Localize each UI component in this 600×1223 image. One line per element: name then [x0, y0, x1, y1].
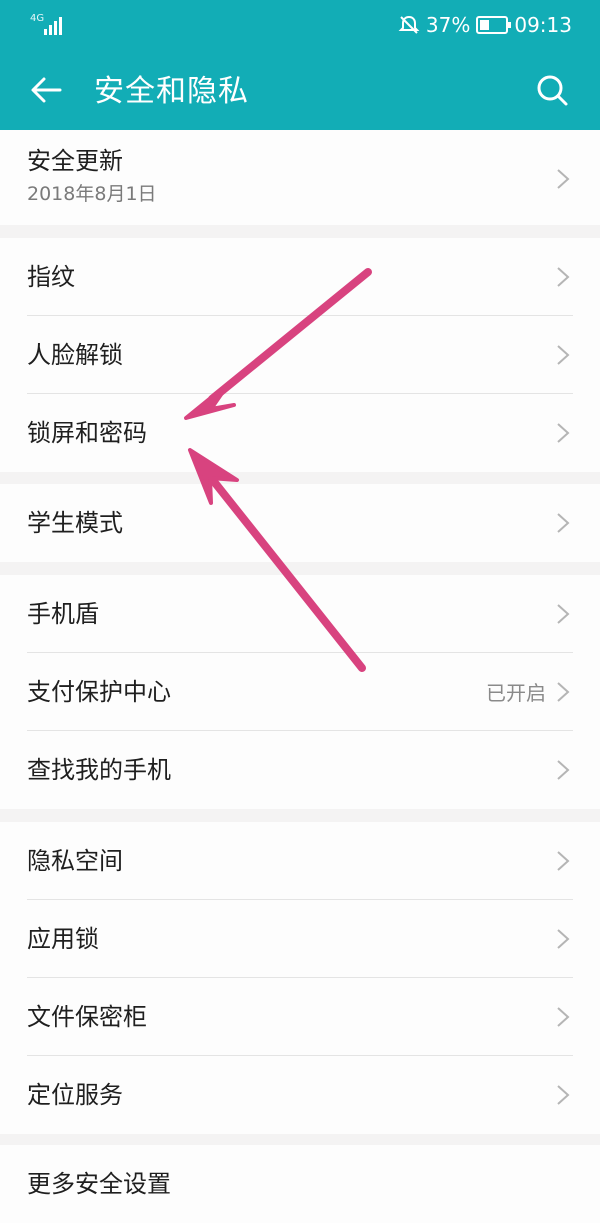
chevron-right-icon [557, 169, 570, 189]
back-arrow-icon[interactable] [26, 70, 66, 110]
list-item-phone-shield[interactable]: 手机盾 [0, 575, 600, 653]
list-item-label: 安全更新 [27, 147, 123, 175]
list-item-label: 人脸解锁 [27, 341, 123, 369]
status-value: 已开启 [486, 681, 546, 705]
chevron-right-icon [557, 760, 570, 780]
list-item-security-update[interactable]: 安全更新 2018年8月1日 [0, 130, 600, 225]
list-item-location-service[interactable]: 定位服务 [0, 1056, 600, 1134]
list-item-private-space[interactable]: 隐私空间 [0, 822, 600, 900]
list-item-lock-screen-password[interactable]: 锁屏和密码 [0, 394, 600, 472]
clock: 09:13 [514, 13, 572, 37]
battery-percent: 37% [425, 13, 471, 37]
chevron-right-icon [557, 1085, 570, 1105]
list-item-label: 应用锁 [27, 925, 99, 953]
list-item-label: 支付保护中心 [27, 678, 171, 706]
settings-group-more: 更多安全设置 [0, 1145, 600, 1223]
list-item-label: 锁屏和密码 [27, 419, 147, 447]
chevron-right-icon [557, 851, 570, 871]
list-item-subtitle: 2018年8月1日 [27, 183, 157, 205]
list-item-payment-protection[interactable]: 支付保护中心 已开启 [0, 653, 600, 731]
network-type: 4G [30, 13, 45, 24]
chevron-right-icon [557, 423, 570, 443]
list-item-fingerprint[interactable]: 指纹 [0, 238, 600, 316]
list-item-label: 学生模式 [27, 509, 123, 537]
list-item-student-mode[interactable]: 学生模式 [0, 484, 600, 562]
chevron-right-icon [557, 604, 570, 624]
list-item-label: 查找我的手机 [27, 756, 171, 784]
list-item-find-my-phone[interactable]: 查找我的手机 [0, 731, 600, 809]
list-item-label: 文件保密柜 [27, 1003, 147, 1031]
list-item-label: 指纹 [27, 263, 75, 291]
chevron-right-icon [557, 345, 570, 365]
settings-group-student: 学生模式 [0, 484, 600, 562]
list-item-label: 手机盾 [27, 600, 99, 628]
list-item-label: 更多安全设置 [27, 1170, 171, 1198]
chevron-right-icon [557, 1007, 570, 1027]
list-item-label: 隐私空间 [27, 847, 123, 875]
battery-icon [476, 16, 512, 34]
status-bar: 4G 37% 09:13 [0, 0, 600, 50]
mute-icon [398, 15, 420, 34]
list-item-more-security-settings[interactable]: 更多安全设置 [0, 1145, 600, 1223]
list-item-label: 定位服务 [27, 1081, 123, 1109]
chevron-right-icon [557, 513, 570, 533]
list-item-file-safe[interactable]: 文件保密柜 [0, 978, 600, 1056]
settings-group-unlock: 指纹 人脸解锁 锁屏和密码 [0, 238, 600, 472]
page-title: 安全和隐私 [94, 74, 249, 109]
app-bar: 4G 37% 09:13 安全和隐私 [0, 0, 600, 130]
settings-group-privacy: 隐私空间 应用锁 文件保密柜 定位服务 [0, 822, 600, 1134]
list-item-face-unlock[interactable]: 人脸解锁 [0, 316, 600, 394]
list-item-app-lock[interactable]: 应用锁 [0, 900, 600, 978]
chevron-right-icon [557, 929, 570, 949]
search-icon[interactable] [532, 70, 572, 110]
settings-group-update: 安全更新 2018年8月1日 [0, 130, 600, 225]
settings-group-phone: 手机盾 支付保护中心 已开启 查找我的手机 [0, 575, 600, 809]
chevron-right-icon [557, 267, 570, 287]
signal-icon [44, 15, 66, 35]
chevron-right-icon [557, 682, 570, 702]
